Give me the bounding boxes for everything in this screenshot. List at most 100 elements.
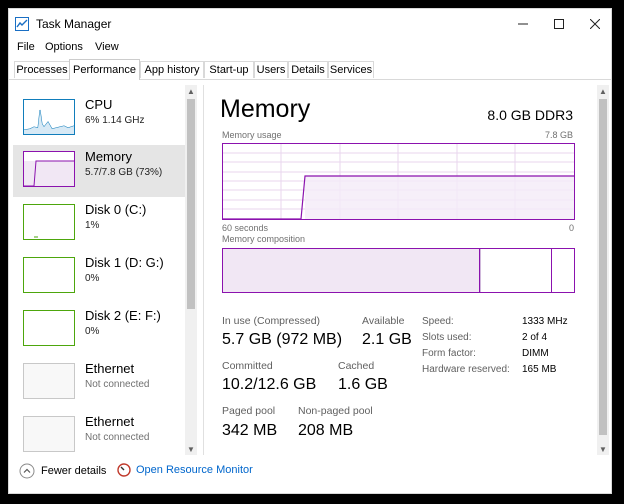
maximize-button[interactable] [541,9,577,39]
sidebar-item-detail: 1% [85,220,100,231]
sidebar-item-detail: 0% [85,273,100,284]
scroll-down-icon[interactable]: ▼ [597,443,609,455]
sidebar-item-disk-2[interactable]: Disk 2 (E: F:) 0% [13,304,185,356]
sidebar-item-ethernet-2[interactable]: Ethernet Not connected [13,410,185,455]
maximize-icon [554,19,564,29]
sidebar-item-memory[interactable]: Memory 5.7/7.8 GB (73%) [13,145,185,197]
window-title: Task Manager [36,17,112,31]
page-title: Memory [220,95,311,123]
paged-pool-value: 342 MB [222,422,278,439]
sidebar-item-disk-1[interactable]: Disk 1 (D: G:) 0% [13,251,185,303]
committed-label: Committed [222,360,273,372]
sidebar-scrollbar[interactable]: ▲ ▼ [185,85,197,455]
memory-composition-label: Memory composition [222,234,306,244]
fewer-details-label: Fewer details [41,465,107,477]
memory-usage-graph [222,143,575,220]
tab-services[interactable]: Services [328,61,374,78]
scroll-up-icon[interactable]: ▲ [185,85,197,97]
speed-label: Speed: [422,316,454,327]
ethernet-2-thumbnail [23,416,75,452]
chevron-up-circle-icon [19,463,35,479]
minimize-button[interactable] [505,9,541,39]
fewer-details-button[interactable]: Fewer details [19,463,106,479]
composition-in-use [223,249,480,292]
hardware-reserved-value: 165 MB [522,364,557,375]
graph-time-left: 60 seconds [222,223,269,233]
speed-value: 1333 MHz [522,316,568,327]
tab-bar: Processes Performance App history Start-… [9,59,611,80]
resource-monitor-icon [117,463,131,477]
sidebar-item-label: Disk 0 (C:) [85,202,147,217]
sidebar-item-detail: Not connected [85,432,150,443]
form-factor-value: DIMM [522,348,549,359]
tab-performance[interactable]: Performance [69,59,140,80]
slots-used-value: 2 of 4 [522,332,548,343]
scroll-down-icon[interactable]: ▼ [185,443,197,455]
graph-time-right: 0 [569,223,575,233]
tab-processes[interactable]: Processes [14,61,70,78]
memory-thumbnail [23,151,75,187]
disk-2-thumbnail [23,310,75,346]
cached-label: Cached [338,360,375,372]
title-bar[interactable]: Task Manager [9,9,611,39]
sidebar-item-label: Disk 1 (D: G:) [85,255,164,270]
composition-standby [481,249,552,292]
close-icon [590,19,600,29]
cpu-thumbnail [23,99,75,135]
minimize-icon [518,23,528,25]
disk-graph-icon [34,236,38,238]
paged-pool-label: Paged pool [222,405,276,417]
ethernet-1-thumbnail [23,363,75,399]
committed-value: 10.2/12.6 GB [222,376,317,393]
main-scrollbar[interactable]: ▲ ▼ [597,85,609,455]
menu-options[interactable]: Options [45,41,83,53]
sidebar-item-label: Memory [85,149,132,164]
sidebar-item-cpu[interactable]: CPU 6% 1.14 GHz [13,93,185,145]
cached-value: 1.6 GB [338,376,388,393]
tab-users[interactable]: Users [254,61,288,78]
sidebar-item-label: Ethernet [85,361,135,376]
task-manager-window: Task Manager File Options View Processes… [8,8,612,494]
memory-composition-bar [222,248,575,293]
in-use-value: 5.7 GB (972 MB) [222,331,343,348]
close-button[interactable] [577,9,613,39]
tab-details[interactable]: Details [288,61,328,78]
sidebar-item-detail: 0% [85,326,100,337]
menu-view[interactable]: View [95,41,119,53]
sidebar-item-ethernet-1[interactable]: Ethernet Not connected [13,357,185,409]
menu-file[interactable]: File [17,41,35,53]
memory-thumbnail-graph [24,160,74,187]
sidebar-item-label: CPU [85,97,113,112]
main-scroll-thumb[interactable] [599,99,607,435]
open-resource-monitor-link[interactable]: Open Resource Monitor [117,463,253,477]
available-value: 2.1 GB [362,331,412,348]
footer: Fewer details Open Resource Monitor [9,457,611,493]
tab-start-up[interactable]: Start-up [204,61,254,78]
sidebar-item-label: Ethernet [85,414,135,429]
memory-spec: 8.0 GB DDR3 [487,107,573,123]
pane-divider [203,85,204,455]
tab-app-history[interactable]: App history [140,61,204,78]
non-paged-pool-label: Non-paged pool [298,405,373,417]
disk-0-thumbnail [23,204,75,240]
resource-list: CPU 6% 1.14 GHz Memory 5.7/7.8 GB (73%) … [13,85,197,455]
open-resource-monitor-label: Open Resource Monitor [136,464,253,476]
sidebar-item-detail: 6% 1.14 GHz [85,115,145,126]
memory-usage-label: Memory usage [222,130,282,140]
sidebar-item-detail: 5.7/7.8 GB (73%) [85,167,163,178]
task-manager-app-icon [15,17,29,31]
sidebar-scroll-thumb[interactable] [187,99,195,309]
scroll-up-icon[interactable]: ▲ [597,85,609,97]
memory-usage-max: 7.8 GB [544,130,573,140]
slots-used-label: Slots used: [422,332,472,343]
sidebar-item-disk-0[interactable]: Disk 0 (C:) 1% [13,198,185,250]
sidebar-item-detail: Not connected [85,379,150,390]
available-label: Available [362,315,405,327]
sidebar-item-label: Disk 2 (E: F:) [85,308,161,323]
disk-1-thumbnail [23,257,75,293]
form-factor-label: Form factor: [422,348,476,359]
in-use-label: In use (Compressed) [222,315,321,327]
non-paged-pool-value: 208 MB [298,422,354,439]
hardware-reserved-label: Hardware reserved: [422,364,510,375]
cpu-thumbnail-graph [23,109,75,134]
